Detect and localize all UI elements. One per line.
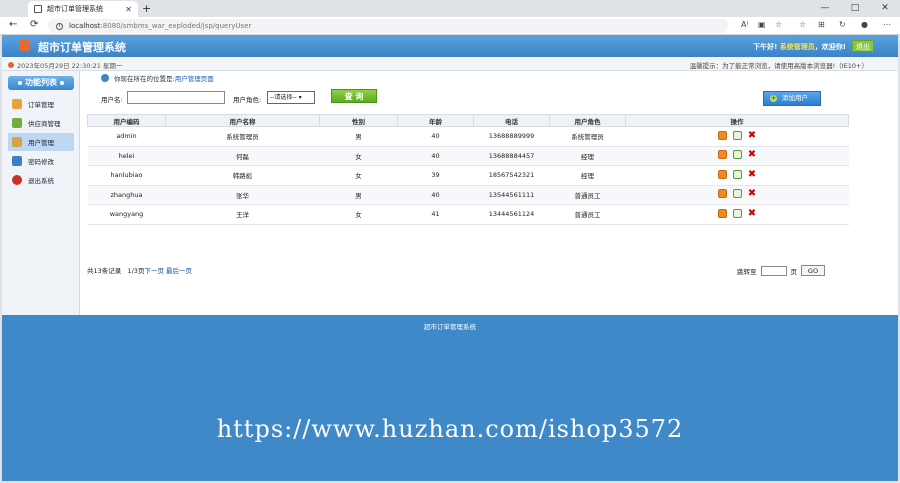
sidebar-item-logout[interactable]: 退出系统 xyxy=(8,171,74,189)
page-jump: 跳转至 页 GO xyxy=(737,265,825,276)
footer: 超市订单管理系统 https://www.huzhan.com/ishop357… xyxy=(2,315,898,481)
last-page-link[interactable]: 最后一页 xyxy=(166,267,192,275)
read-aloud-icon[interactable]: A⁾ xyxy=(741,20,748,29)
col-phone: 电话 xyxy=(473,114,550,127)
collections-icon[interactable]: ⊞ xyxy=(818,20,825,29)
username-input[interactable] xyxy=(127,91,225,104)
back-icon[interactable]: ← xyxy=(9,19,17,30)
exit-icon xyxy=(12,175,22,185)
view-icon[interactable] xyxy=(717,208,727,218)
view-icon[interactable] xyxy=(717,150,727,160)
table-row: hanlubiao 韩路彪 女 39 18567542321 经理 ✖ xyxy=(87,165,849,186)
role-select[interactable]: --请选择-- ▾ xyxy=(267,91,315,104)
search-filter: 用户名: 用户角色: --请选择-- ▾ 查 询 + 添加用户 xyxy=(85,87,850,113)
users-icon xyxy=(12,137,22,147)
breadcrumb-current[interactable]: 用户管理页面 xyxy=(175,73,214,83)
tab-close-icon[interactable]: ✕ xyxy=(125,5,132,14)
table-row: helei 何磊 女 40 13688884457 经理 ✖ xyxy=(87,146,849,166)
col-age: 年龄 xyxy=(397,114,474,127)
orders-icon xyxy=(12,99,22,109)
table-header-row: 用户编码 用户名称 性别 年龄 电话 用户角色 操作 xyxy=(87,114,849,127)
sidebar-item-users[interactable]: 用户管理 xyxy=(8,133,74,151)
history-icon[interactable]: ↻ xyxy=(839,20,846,29)
sidebar-title: 功能列表 xyxy=(8,76,74,90)
username-label: 用户名: xyxy=(101,96,123,104)
go-button[interactable]: GO xyxy=(801,265,825,276)
browser-tip: 温馨提示：为了能正常浏览，请使用高版本浏览器!（IE10+） xyxy=(689,62,868,70)
footer-text: 超市订单管理系统 xyxy=(424,323,476,331)
sidebar-item-providers[interactable]: 供应商管理 xyxy=(8,114,74,132)
tab-title: 超市订单管理系统 xyxy=(47,5,103,13)
reader-view-icon[interactable]: ▣ xyxy=(758,20,766,29)
more-menu-icon[interactable]: ⋯ xyxy=(883,20,891,29)
col-gender: 性别 xyxy=(319,114,398,127)
breadcrumb: 你现在所在的位置是: 用户管理页面 xyxy=(101,73,214,83)
delete-icon[interactable]: ✖ xyxy=(748,130,756,140)
col-actions: 操作 xyxy=(625,114,849,127)
address-bar[interactable]: i localhost:8080/smbms_war_exploded/jsp/… xyxy=(48,19,728,33)
minimize-button[interactable]: — xyxy=(810,0,840,17)
col-user-code: 用户编码 xyxy=(87,114,166,127)
table-row: admin 系统管理员 男 40 13688889999 系统管理员 ✖ xyxy=(87,126,849,147)
datetime: 2023年05月29日 22:30:21 星期一 xyxy=(8,60,122,70)
new-tab-button[interactable]: + xyxy=(142,2,151,15)
edit-icon[interactable] xyxy=(732,208,742,218)
next-page-link[interactable]: 下一页 xyxy=(144,267,164,275)
site-info-icon[interactable]: i xyxy=(56,22,63,30)
providers-icon xyxy=(12,118,22,128)
delete-icon[interactable]: ✖ xyxy=(748,150,756,160)
favorite-star-icon[interactable]: ☆ xyxy=(775,20,782,29)
edit-icon[interactable] xyxy=(732,150,742,160)
add-user-button[interactable]: + 添加用户 xyxy=(763,91,821,106)
info-bar: 2023年05月29日 22:30:21 星期一 温馨提示：为了能正常浏览，请使… xyxy=(2,57,898,71)
table-row: wangyang 王洋 女 41 13444561124 普通员工 ✖ xyxy=(87,204,849,225)
close-window-button[interactable]: ✕ xyxy=(870,0,900,17)
page-favicon-icon xyxy=(34,5,42,13)
maximize-button[interactable]: □ xyxy=(840,0,870,17)
reload-icon[interactable]: ⟳ xyxy=(30,19,38,30)
url-text: localhost:8080/smbms_war_exploded/jsp/qu… xyxy=(69,22,252,30)
sidebar-item-orders[interactable]: 订单管理 xyxy=(8,95,74,113)
profile-avatar-icon[interactable]: ● xyxy=(861,20,868,29)
browser-tabbar: 超市订单管理系统 ✕ + — □ ✕ xyxy=(0,0,900,17)
window-controls: — □ ✕ xyxy=(810,0,900,17)
home-icon xyxy=(101,74,109,82)
watermark-text: https://www.huzhan.com/ishop3572 xyxy=(216,415,684,443)
role-label: 用户角色: xyxy=(233,96,262,104)
col-user-name: 用户名称 xyxy=(165,114,320,127)
sidebar: 功能列表 订单管理 供应商管理 用户管理 密码修改 退出系统 xyxy=(2,71,80,315)
key-icon xyxy=(12,156,22,166)
delete-icon[interactable]: ✖ xyxy=(748,189,756,199)
cart-logo-icon xyxy=(19,40,30,51)
main-content: 你现在所在的位置是: 用户管理页面 用户名: 用户角色: --请选择-- ▾ 查… xyxy=(85,71,850,315)
logout-button[interactable]: 退出 xyxy=(852,40,874,52)
view-icon[interactable] xyxy=(717,189,727,199)
clock-icon xyxy=(8,62,14,68)
app-title: 超市订单管理系统 xyxy=(38,41,126,54)
browser-tab[interactable]: 超市订单管理系统 ✕ xyxy=(28,1,138,17)
current-username: 系统管理员 xyxy=(779,43,815,51)
pagination: 共13条记录 1/3页下一页 最后一页 xyxy=(87,267,193,275)
browser-toolbar: ← ⟳ i localhost:8080/smbms_war_exploded/… xyxy=(0,17,900,35)
app-header: 超市订单管理系统 下午好! 系统管理员，欢迎你! 退出 xyxy=(2,35,898,57)
sidebar-item-password[interactable]: 密码修改 xyxy=(8,152,74,170)
view-icon[interactable] xyxy=(717,169,727,179)
page-number-input[interactable] xyxy=(760,265,787,276)
greeting: 下午好! 系统管理员，欢迎你! xyxy=(753,43,846,51)
favorites-icon[interactable]: ☆ xyxy=(799,20,806,29)
user-table: 用户编码 用户名称 性别 年龄 电话 用户角色 操作 admin 系统管理员 男… xyxy=(87,114,849,225)
col-role: 用户角色 xyxy=(549,114,626,127)
delete-icon[interactable]: ✖ xyxy=(748,208,756,218)
query-button[interactable]: 查 询 xyxy=(331,89,377,103)
view-icon[interactable] xyxy=(717,130,727,140)
plus-icon: + xyxy=(770,94,777,102)
app-window: 超市订单管理系统 下午好! 系统管理员，欢迎你! 退出 2023年05月29日 … xyxy=(2,35,898,481)
edit-icon[interactable] xyxy=(732,189,742,199)
edit-icon[interactable] xyxy=(732,169,742,179)
edit-icon[interactable] xyxy=(732,130,742,140)
delete-icon[interactable]: ✖ xyxy=(748,169,756,179)
table-row: zhanghua 张华 男 40 13544561111 普通员工 ✖ xyxy=(87,185,849,205)
